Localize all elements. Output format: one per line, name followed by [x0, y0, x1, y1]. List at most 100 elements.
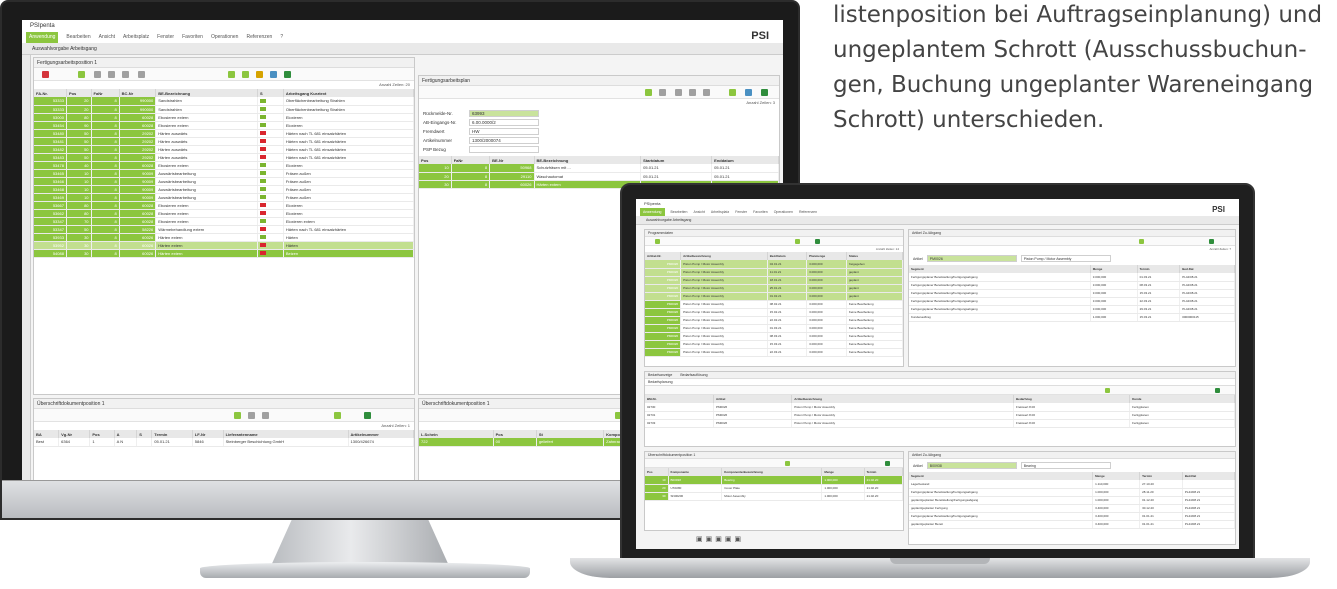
refresh-icon[interactable]: [78, 71, 85, 78]
excel-icon[interactable]: [284, 71, 291, 78]
column-header[interactable]: Artikelnummer: [348, 430, 414, 438]
save-icon[interactable]: [248, 412, 255, 419]
table-row[interactable]: PM0026 Piston Pump / Motor Assembly 18.01.…: [645, 276, 903, 285]
menu-referenzen[interactable]: Referenzen: [246, 32, 272, 43]
menu-help[interactable]: ?: [280, 32, 283, 43]
menu-fenster[interactable]: Fenster: [157, 32, 174, 43]
column-header[interactable]: S: [257, 89, 284, 97]
table-row[interactable]: 53952 30 8 60026 Härten extern Härten: [34, 241, 414, 250]
nav-first-icon[interactable]: [675, 89, 682, 96]
table-row[interactable]: 53333 20 8 990000 Sandstrahlen Oberflächenbea…: [34, 105, 414, 114]
table-row[interactable]: Lagerbestand 1.110,000 27.10.20: [909, 480, 1235, 489]
column-header[interactable]: Komponentenbezeichnung: [721, 468, 823, 476]
column-header[interactable]: BA: [34, 430, 60, 438]
table-row[interactable]: PM0026 Piston Pump / Motor Assembly 08.02.…: [645, 300, 903, 309]
search-icon[interactable]: [138, 71, 145, 78]
copy-icon[interactable]: [659, 89, 666, 96]
column-header[interactable]: FaNr: [91, 89, 120, 97]
column-header[interactable]: Bed.Datum: [767, 252, 808, 260]
table-row[interactable]: 20 UTA080 Cover Plate 1.000,000 21.02.20: [645, 484, 903, 493]
table-row[interactable]: PM0026 Piston Pump / Motor Assembly 15.03.…: [645, 340, 903, 349]
column-header[interactable]: Pos: [89, 430, 115, 438]
table-row[interactable]: PM0026 Piston Pump / Motor Assembly 01.03.…: [645, 324, 903, 333]
table-row[interactable]: 53000 80 8 60028 Ebosieren extern Eloxieren: [34, 113, 414, 122]
column-header[interactable]: Menge: [1092, 472, 1141, 480]
monitor-icon[interactable]: [745, 89, 752, 96]
column-header[interactable]: Artikel-Nr.: [645, 252, 682, 260]
table-row[interactable]: Fertigungsplaner Bereitstellung/Fertigun…: [909, 289, 1235, 298]
table-row[interactable]: 53483 50 8 29202 Härten auswärts Härten nach …: [34, 153, 414, 162]
monitor-icon[interactable]: [270, 71, 277, 78]
refresh-icon[interactable]: [655, 239, 660, 244]
copy-icon[interactable]: [108, 71, 115, 78]
table-row[interactable]: 53465 10 8 90009 Auswärtsbearbeitung Fräsen a…: [34, 169, 414, 178]
table-row[interactable]: PM0026 Piston Pump / Motor Assembly 15.02.…: [645, 308, 903, 317]
column-header[interactable]: Termin: [1137, 265, 1181, 273]
table-row[interactable]: PM0026 Piston Pump / Motor Assembly 11.01.…: [645, 268, 903, 277]
delete-icon[interactable]: [122, 71, 129, 78]
table-row[interactable]: 53667 80 8 60028 Ebosieren extern Eloxieren: [34, 201, 414, 210]
table-row[interactable]: 54088 30 8 60026 Härten extern Beizen: [34, 249, 414, 258]
excel-icon[interactable]: [1209, 239, 1214, 244]
column-header[interactable]: Pos: [66, 89, 92, 97]
column-header[interactable]: Menge: [1090, 265, 1138, 273]
excel-icon[interactable]: [1215, 388, 1220, 393]
refresh-icon[interactable]: [1105, 388, 1110, 393]
column-header[interactable]: Bed.Dat: [1182, 472, 1235, 480]
column-header[interactable]: Pos: [419, 156, 452, 164]
table-row[interactable]: 53469 10 8 90009 Auswärtsbearbeitung Fräsen a…: [34, 193, 414, 202]
column-header[interactable]: BE-Bezeichnung: [534, 156, 642, 164]
column-header[interactable]: Artikel: [713, 395, 793, 403]
tab-demand-resolution[interactable]: Bedarfsauflösung: [680, 372, 707, 378]
column-header[interactable]: Menge: [821, 468, 865, 476]
delete-icon[interactable]: [262, 412, 269, 419]
table-row[interactable]: 02731 PM0026 Piston Pump / Motor Assembly F…: [645, 411, 1235, 420]
article-field[interactable]: PM0026: [926, 255, 1017, 262]
document-tab[interactable]: Auswahlvorgabe Arbeitsgang: [636, 216, 1239, 225]
column-header[interactable]: BE-Bezeichnung: [155, 89, 258, 97]
excel-icon[interactable]: [761, 89, 768, 96]
menu-anwendung[interactable]: Anwendung: [26, 32, 59, 43]
column-header[interactable]: Kunde: [1129, 395, 1235, 403]
tab-label[interactable]: Auswahlvorgabe Arbeitsgang: [646, 218, 691, 222]
table-row[interactable]: 02730 PM0026 Piston Pump / Motor Assembly F…: [645, 403, 1235, 412]
table-row[interactable]: PM0026 Piston Pump / Motor Assembly 08.03.…: [645, 332, 903, 341]
column-header[interactable]: Planmenge: [806, 252, 847, 260]
table-row[interactable]: PM0026 Piston Pump / Motor Assembly 04.01.…: [645, 260, 903, 269]
column-header[interactable]: Enddatum: [711, 156, 779, 164]
table-row[interactable]: Kundenauftrag 1.000,000 15.03.21 0000000115: [909, 313, 1235, 322]
table-row[interactable]: Fertigungsplaner Bereitstellung/Fertigun…: [909, 305, 1235, 314]
menu-arbeitsplatz[interactable]: Arbeitsplatz: [123, 32, 149, 43]
refresh-icon[interactable]: [645, 89, 652, 96]
edit-icon[interactable]: [256, 71, 263, 78]
column-header[interactable]: Termin: [864, 468, 903, 476]
table-row[interactable]: 20 8 29110 Waschautomat 05.01.21 05.01.21: [419, 172, 779, 181]
excel-icon[interactable]: [885, 461, 890, 466]
article-field[interactable]: B00938: [926, 462, 1017, 469]
tab-label[interactable]: Auswahlvorgabe Arbeitsgang: [32, 46, 97, 52]
column-header[interactable]: Segment: [909, 472, 1094, 480]
form-field[interactable]: 63993: [469, 110, 539, 117]
form-field[interactable]: 6.00.0000/2: [469, 119, 539, 126]
column-header[interactable]: St: [536, 430, 605, 438]
table-row[interactable]: Fertigungsplaner Bereitstellung/Fertigun…: [909, 297, 1235, 306]
table-row[interactable]: 53478 40 8 60028 Ebosieren extern Eloxieren: [34, 161, 414, 170]
column-header[interactable]: Lieferantenname: [223, 430, 349, 438]
menu-referenzen[interactable]: Referenzen: [799, 208, 817, 216]
table-row[interactable]: PM0026 Piston Pump / Motor Assembly 22.03.…: [645, 348, 903, 357]
column-header[interactable]: Termin: [151, 430, 193, 438]
menu-favoriten[interactable]: Favoriten: [182, 32, 203, 43]
table-row[interactable]: geplant/geplanter Bereit 3.400,000 01.01.2…: [909, 520, 1235, 529]
menu-ansicht[interactable]: Ansicht: [99, 32, 115, 43]
table-row[interactable]: PM0026 Piston Pump / Motor Assembly 25.01.…: [645, 284, 903, 293]
refresh-icon[interactable]: [1139, 239, 1144, 244]
layout-icon[interactable]: [729, 89, 736, 96]
column-header[interactable]: Bedarfstag: [1013, 395, 1131, 403]
nav-next-icon[interactable]: [703, 89, 710, 96]
table-row[interactable]: Fertigungsplaner Bereitstellung/Fertigun…: [909, 273, 1235, 282]
nav-prev-icon[interactable]: [689, 89, 696, 96]
flag-icon[interactable]: [42, 71, 49, 78]
table-row[interactable]: 10 8 50968 Schutzfräsen mit ... 05.01.21 05.0…: [419, 164, 779, 173]
menu-favoriten[interactable]: Favoriten: [753, 208, 768, 216]
column-header[interactable]: FA-Nr.: [34, 89, 67, 97]
